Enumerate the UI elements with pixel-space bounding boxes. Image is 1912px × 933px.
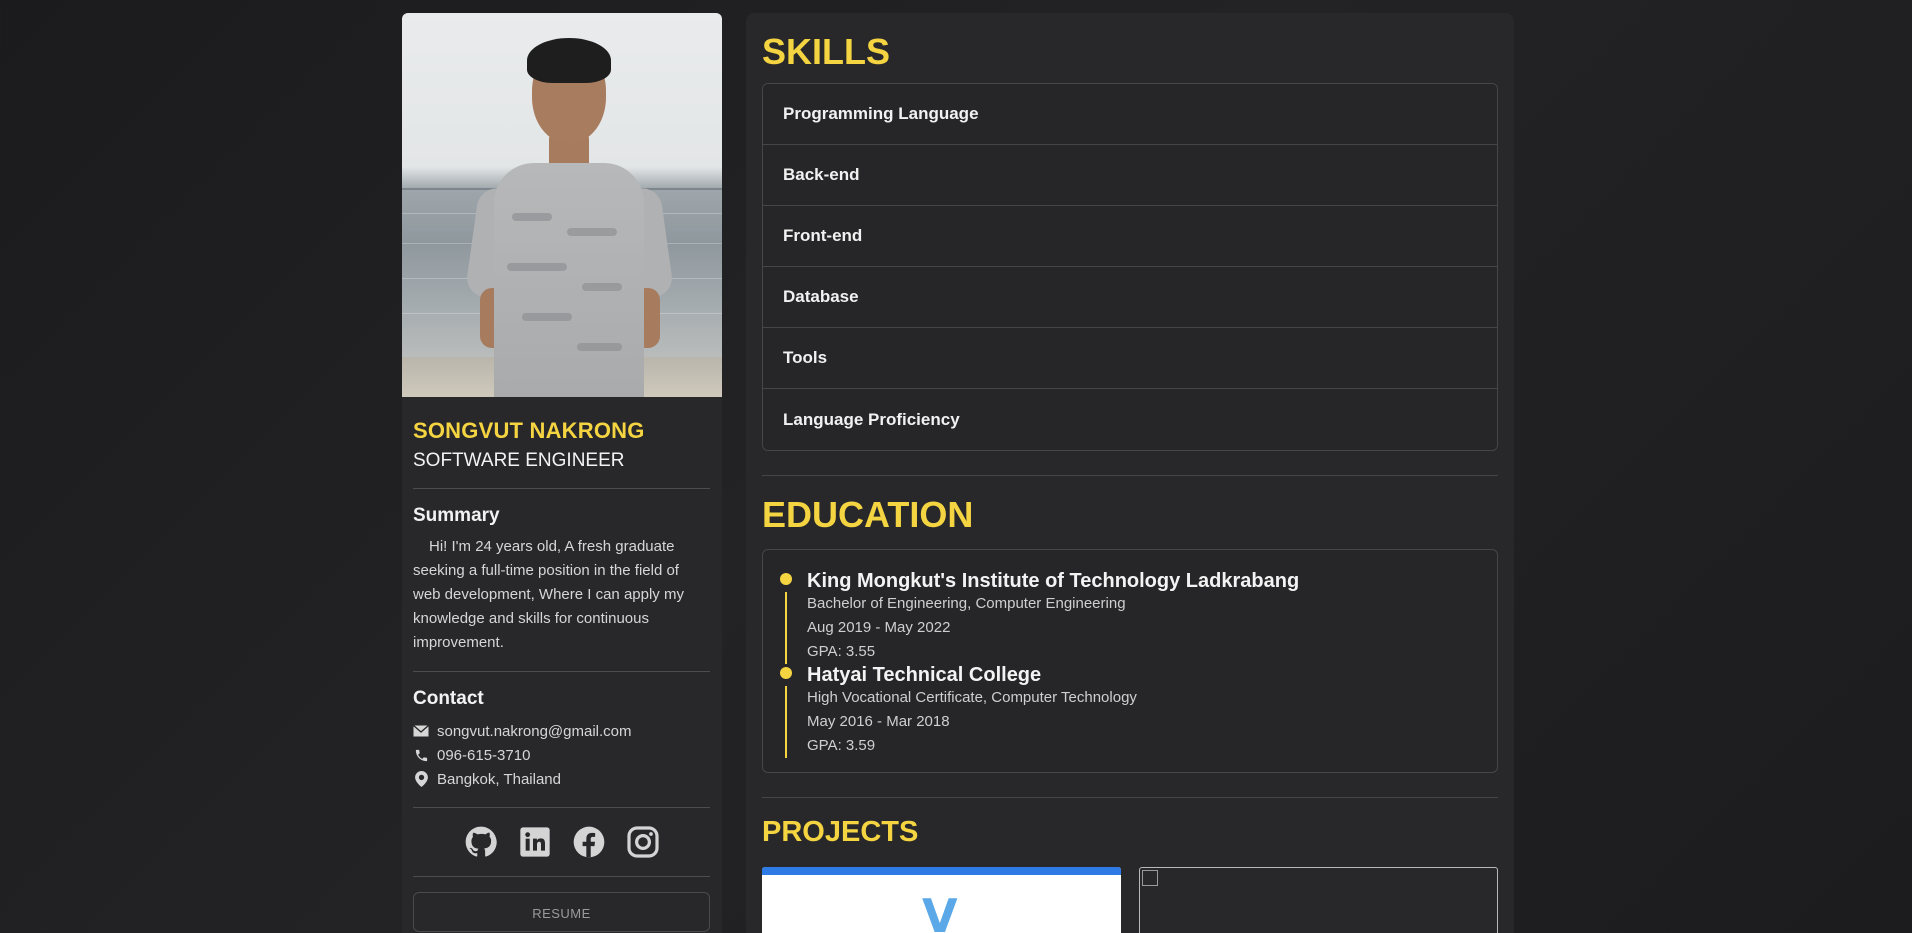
contact-email[interactable]: songvut.nakrong@gmail.com bbox=[413, 719, 710, 743]
divider bbox=[413, 671, 710, 672]
profile-sidebar: SONGVUT NAKRONG SOFTWARE ENGINEER Summar… bbox=[402, 13, 722, 933]
profile-role: SOFTWARE ENGINEER bbox=[413, 450, 625, 471]
divider bbox=[413, 807, 710, 808]
resume-button[interactable]: RESUME bbox=[413, 892, 710, 932]
skill-item-back-end[interactable]: Back-end bbox=[763, 145, 1497, 206]
skill-item-database[interactable]: Database bbox=[763, 267, 1497, 328]
education-degree: High Vocational Certificate, Computer Te… bbox=[807, 689, 1137, 706]
timeline-line bbox=[785, 686, 787, 758]
summary-text: Hi! I'm 24 years old, A fresh graduate s… bbox=[413, 538, 684, 651]
education-gpa: GPA: 3.55 bbox=[807, 643, 876, 660]
github-icon[interactable] bbox=[464, 825, 498, 859]
envelope-icon bbox=[413, 723, 429, 739]
map-pin-icon bbox=[413, 771, 429, 787]
facebook-icon[interactable] bbox=[572, 825, 606, 859]
phone-icon bbox=[413, 747, 429, 763]
main-panel: SKILLS Programming Language Back-end Fro… bbox=[746, 13, 1514, 933]
contact-location-text: Bangkok, Thailand bbox=[437, 770, 561, 788]
divider bbox=[413, 488, 710, 489]
summary-title: Summary bbox=[413, 505, 500, 526]
education-timeline: King Mongkut's Institute of Technology L… bbox=[762, 549, 1498, 773]
timeline-line bbox=[785, 592, 787, 664]
education-period: May 2016 - Mar 2018 bbox=[807, 713, 950, 730]
project-logo: V bbox=[922, 889, 958, 933]
divider bbox=[762, 797, 1498, 798]
education-gpa: GPA: 3.59 bbox=[807, 737, 876, 754]
education-degree: Bachelor of Engineering, Computer Engine… bbox=[807, 595, 1126, 612]
broken-image-icon bbox=[1142, 870, 1158, 886]
project-card[interactable] bbox=[1139, 867, 1498, 933]
project-thumbnail-header bbox=[762, 867, 1121, 875]
social-links bbox=[413, 824, 710, 860]
education-item: King Mongkut's Institute of Technology L… bbox=[779, 570, 1481, 664]
timeline-dot bbox=[780, 573, 792, 585]
project-card[interactable]: V bbox=[762, 867, 1121, 933]
contact-email-text: songvut.nakrong@gmail.com bbox=[437, 722, 632, 740]
projects-grid: V bbox=[762, 867, 1498, 933]
skill-item-programming-language[interactable]: Programming Language bbox=[763, 84, 1497, 145]
skill-item-front-end[interactable]: Front-end bbox=[763, 206, 1497, 267]
education-item: Hatyai Technical College High Vocational… bbox=[779, 664, 1481, 758]
contact-location: Bangkok, Thailand bbox=[413, 767, 710, 791]
skills-title: SKILLS bbox=[762, 31, 891, 72]
projects-title: PROJECTS bbox=[762, 816, 919, 848]
divider bbox=[762, 475, 1498, 476]
timeline-dot bbox=[780, 667, 792, 679]
divider bbox=[413, 876, 710, 877]
skills-accordion: Programming Language Back-end Front-end … bbox=[762, 83, 1498, 451]
instagram-icon[interactable] bbox=[626, 825, 660, 859]
linkedin-icon[interactable] bbox=[518, 825, 552, 859]
education-period: Aug 2019 - May 2022 bbox=[807, 619, 951, 636]
profile-name: SONGVUT NAKRONG bbox=[413, 418, 645, 443]
contact-phone-text: 096-615-3710 bbox=[437, 746, 531, 764]
education-school: King Mongkut's Institute of Technology L… bbox=[807, 570, 1300, 592]
contact-phone[interactable]: 096-615-3710 bbox=[413, 743, 710, 767]
skill-item-tools[interactable]: Tools bbox=[763, 328, 1497, 389]
profile-photo bbox=[402, 13, 722, 397]
skill-item-language-proficiency[interactable]: Language Proficiency bbox=[763, 389, 1497, 450]
education-title: EDUCATION bbox=[762, 494, 974, 535]
education-school: Hatyai Technical College bbox=[807, 664, 1042, 686]
contact-title: Contact bbox=[413, 688, 484, 709]
